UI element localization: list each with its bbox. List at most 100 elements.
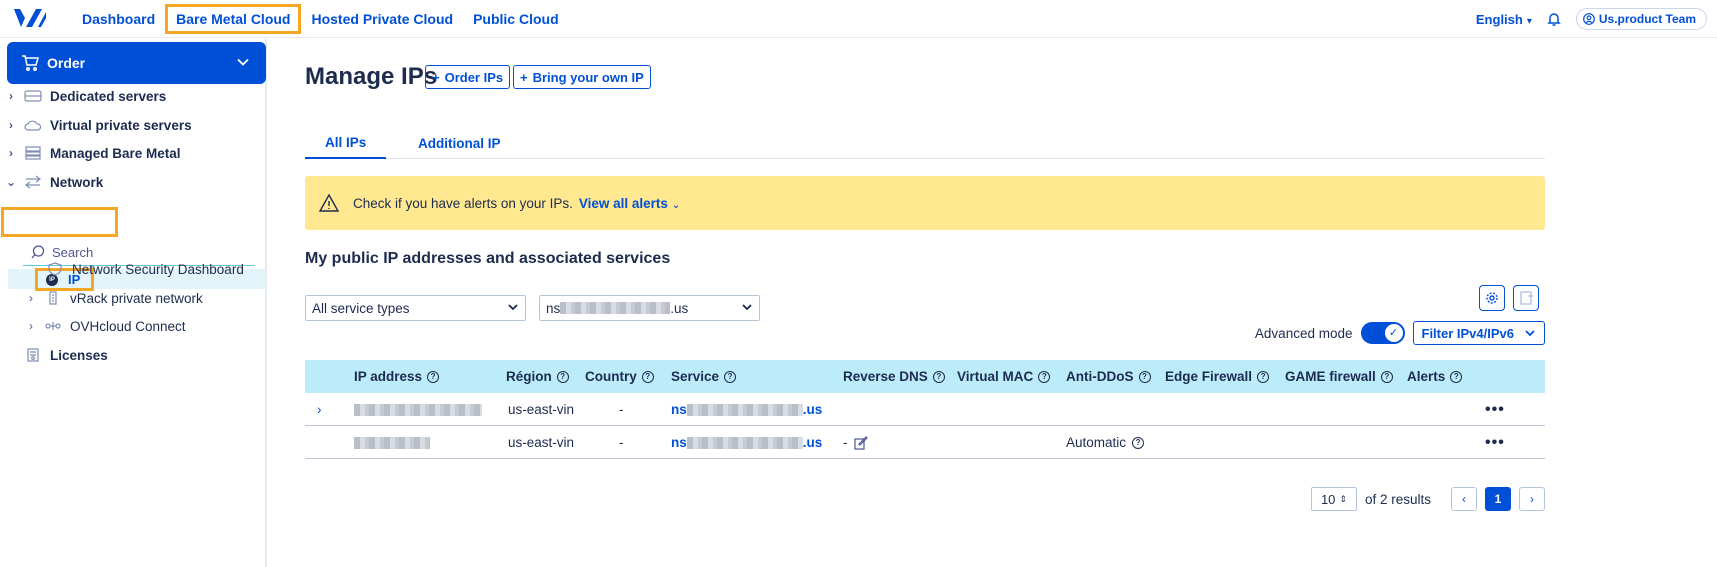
help-icon[interactable]: ? xyxy=(1450,370,1463,383)
order-button[interactable]: Order xyxy=(7,42,266,84)
col-edge-firewall[interactable]: Edge Firewall? xyxy=(1165,360,1270,393)
chevron-down-icon xyxy=(237,58,249,66)
nav-dashboard[interactable]: Dashboard xyxy=(72,4,165,34)
sidebar-item-label: Licenses xyxy=(50,347,108,363)
help-icon[interactable]: ? xyxy=(1132,436,1145,449)
sidebar-item-vps[interactable]: › Virtual private servers xyxy=(0,112,192,138)
page-size-select[interactable]: 10 ⇕ xyxy=(1310,487,1357,511)
col-region[interactable]: Région? xyxy=(506,360,569,393)
order-ips-button[interactable]: + Order IPs xyxy=(425,65,511,89)
filter-ip-version-button[interactable]: Filter IPv4/IPv6 xyxy=(1412,321,1545,345)
sidebar-item-label: OVHcloud Connect xyxy=(70,318,186,334)
user-menu[interactable]: Us.product Team xyxy=(1575,8,1707,30)
language-selector[interactable]: English ▾ xyxy=(1476,12,1532,27)
table-header: IP address? Région? Country? Service? Re… xyxy=(305,360,1545,393)
sidebar-item-vrack[interactable]: › vRack private network xyxy=(20,285,203,311)
license-icon xyxy=(27,348,39,362)
pagination: 10 ⇕ of 2 results ‹ 1 › xyxy=(1310,486,1545,512)
service-select[interactable]: ns .us xyxy=(539,295,760,321)
help-icon[interactable]: ? xyxy=(932,370,945,383)
alert-banner: Check if you have alerts on your IPs. Vi… xyxy=(305,176,1545,230)
plus-icon: + xyxy=(432,69,440,85)
view-all-alerts-link[interactable]: View all alerts ⌄ xyxy=(579,196,680,211)
col-country[interactable]: Country? xyxy=(585,360,654,393)
anti-ddos-cell: Automatic ? xyxy=(1066,426,1145,459)
help-icon[interactable]: ? xyxy=(724,370,737,383)
bell-icon[interactable] xyxy=(1544,9,1564,29)
gear-icon xyxy=(1486,292,1498,304)
expand-row-button[interactable]: › xyxy=(317,393,322,426)
page-button[interactable]: 1 xyxy=(1485,487,1511,511)
help-icon[interactable]: ? xyxy=(556,370,569,383)
service-type-select[interactable]: All service types xyxy=(305,295,526,321)
col-ip-address[interactable]: IP address? xyxy=(354,360,440,393)
next-page-button[interactable]: › xyxy=(1519,487,1545,511)
sidebar-item-ovhcloud-connect[interactable]: › OVHcloud Connect xyxy=(20,313,186,339)
sidebar-item-licenses[interactable]: Licenses xyxy=(18,342,108,368)
settings-button[interactable] xyxy=(1479,285,1505,311)
header-label: GAME firewall xyxy=(1285,369,1376,384)
chevron-down-icon xyxy=(1525,330,1535,337)
bring-own-ip-button[interactable]: + Bring your own IP xyxy=(513,65,651,89)
chevron-right-icon: › xyxy=(9,118,13,132)
col-service[interactable]: Service? xyxy=(671,360,737,393)
shield-icon xyxy=(48,262,62,276)
tab-additional-ip[interactable]: Additional IP xyxy=(398,127,521,159)
header-label: Anti-DDoS xyxy=(1066,369,1134,384)
edit-icon[interactable] xyxy=(853,435,868,450)
redacted-service-name xyxy=(686,436,803,449)
top-bar: Dashboard Bare Metal Cloud Hosted Privat… xyxy=(0,0,1717,38)
sidebar-item-network-security[interactable]: Network Security Dashboard xyxy=(40,256,244,282)
service-prefix: ns xyxy=(671,402,687,417)
help-icon[interactable]: ? xyxy=(1038,370,1051,383)
help-icon[interactable]: ? xyxy=(641,370,654,383)
service-suffix: .us xyxy=(670,300,689,316)
section-title: My public IP addresses and associated se… xyxy=(305,250,671,267)
header-label: Région xyxy=(506,369,552,384)
advanced-mode-toggle[interactable]: ✓ xyxy=(1360,322,1405,344)
header-label: Edge Firewall xyxy=(1165,369,1253,384)
sidebar-item-dedicated-servers[interactable]: › Dedicated servers xyxy=(0,83,166,109)
chevron-down-icon: ⌄ xyxy=(671,199,681,211)
order-ips-label: Order IPs xyxy=(444,69,504,85)
table-row[interactable]: us-east-vin - ns .us - Automatic ? ••• xyxy=(305,426,1545,459)
service-link[interactable]: ns .us xyxy=(671,393,822,426)
sidebar-item-label: Dedicated servers xyxy=(50,88,167,104)
export-button[interactable] xyxy=(1513,285,1539,311)
col-virtual-mac[interactable]: Virtual MAC? xyxy=(957,360,1051,393)
table-row[interactable]: › us-east-vin - ns .us ••• xyxy=(305,393,1545,426)
chevron-right-icon: › xyxy=(317,402,322,417)
sidebar-item-label: Virtual private servers xyxy=(50,117,192,133)
prev-page-button[interactable]: ‹ xyxy=(1451,487,1477,511)
nav-hosted-private-cloud[interactable]: Hosted Private Cloud xyxy=(301,4,463,34)
help-icon[interactable]: ? xyxy=(1257,370,1270,383)
top-nav: Dashboard Bare Metal Cloud Hosted Privat… xyxy=(72,0,569,38)
nav-bare-metal-cloud[interactable]: Bare Metal Cloud xyxy=(165,4,302,34)
help-icon[interactable]: ? xyxy=(1138,370,1151,383)
cart-icon xyxy=(22,55,39,71)
chevron-down-icon: ⌄ xyxy=(5,175,17,189)
sidebar-item-managed-bare-metal[interactable]: › Managed Bare Metal xyxy=(0,140,181,166)
sidebar-item-label: vRack private network xyxy=(70,290,203,306)
nav-public-cloud[interactable]: Public Cloud xyxy=(463,4,569,34)
sidebar-item-network[interactable]: ⌄ Network xyxy=(0,169,103,195)
col-anti-ddos[interactable]: Anti-DDoS? xyxy=(1066,360,1151,393)
col-alerts[interactable]: Alerts? xyxy=(1407,360,1463,393)
chevron-down-icon xyxy=(508,304,518,311)
ovhcloud-logo[interactable] xyxy=(12,6,48,32)
row-actions-button[interactable]: ••• xyxy=(1485,426,1505,459)
export-icon xyxy=(1520,291,1533,305)
cloud-icon xyxy=(24,120,42,131)
help-icon[interactable]: ? xyxy=(1380,370,1393,383)
col-reverse-dns[interactable]: Reverse DNS? xyxy=(843,360,945,393)
alert-text: Check if you have alerts on your IPs. xyxy=(353,195,573,211)
service-suffix: .us xyxy=(802,435,823,450)
service-link[interactable]: ns .us xyxy=(671,426,822,459)
chevron-left-icon: ‹ xyxy=(1462,492,1466,506)
bring-own-ip-label: Bring your own IP xyxy=(532,69,644,85)
check-icon: ✓ xyxy=(1384,324,1403,342)
row-actions-button[interactable]: ••• xyxy=(1485,393,1505,426)
help-icon[interactable]: ? xyxy=(427,370,440,383)
tab-all-ips[interactable]: All IPs xyxy=(305,127,387,159)
col-game-firewall[interactable]: GAME firewall? xyxy=(1285,360,1393,393)
